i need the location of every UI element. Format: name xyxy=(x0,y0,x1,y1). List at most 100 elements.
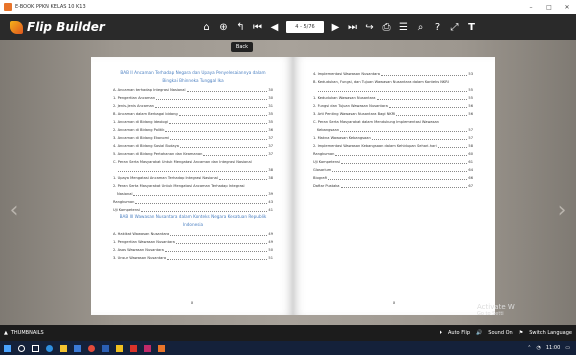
toc-entry[interactable]: Nasional 39 xyxy=(113,189,273,197)
thumbnails-button[interactable]: ▲ THUMBNAILS xyxy=(4,330,44,336)
toc-entry[interactable]: 5. Ancaman di Bidang Pertahanan dan Keam… xyxy=(113,149,273,157)
task-view-icon[interactable] xyxy=(28,341,42,355)
sound-button[interactable]: Sound On xyxy=(488,330,512,336)
toc-entry-title: 2. Jenis-Jenis Ancaman xyxy=(113,104,154,109)
toc-entry[interactable]: 1. Pengertian Wawasan Nusantara 49 xyxy=(113,237,273,245)
toc-entry-page: 37 xyxy=(268,144,273,149)
toc-chapter-heading[interactable]: Indonesia xyxy=(113,221,273,229)
left-page[interactable]: BAB II Ancaman Terhadap Negara dan Upaya… xyxy=(91,57,293,315)
search-icon[interactable] xyxy=(14,341,28,355)
next-page-icon[interactable]: ▶ xyxy=(327,14,344,40)
toc-entry[interactable]: Uji Kompetensi 41 xyxy=(113,205,273,213)
toc-entry[interactable]: C. Peran Serta Masyarakat dalam Mendukun… xyxy=(313,117,473,125)
toc-chapter-heading[interactable]: BAB II Ancaman Terhadap Negara dan Upaya… xyxy=(113,69,273,77)
toc-entry[interactable]: Kebangsaan 57 xyxy=(313,125,473,133)
search-icon[interactable]: ⌕ xyxy=(412,14,429,40)
toc-entry[interactable]: 2. Fungsi dan Tujuan Wawasan Nusantara 56 xyxy=(313,101,473,109)
toc-entry[interactable]: Biografi 66 xyxy=(313,173,473,181)
toc-entry[interactable]: 4. Ancaman di Bidang Sosial Budaya 37 xyxy=(113,141,273,149)
toc-entry-title: 4. Ancaman di Bidang Sosial Budaya xyxy=(113,144,179,149)
previous-page-icon[interactable]: ◀ xyxy=(266,14,283,40)
toc-leader-dots xyxy=(437,147,468,148)
toc-leader-dots xyxy=(218,179,268,180)
toc-entry[interactable]: 2. Ancaman di Bidang Politik 36 xyxy=(113,125,273,133)
toc-entry[interactable]: 2. Jenis-Jenis Ancaman 31 xyxy=(113,101,273,109)
sound-icon: 🔊 xyxy=(476,330,483,336)
word-icon[interactable] xyxy=(98,341,112,355)
auto-flip-button[interactable]: Auto Flip xyxy=(448,330,470,336)
page-indicator-input[interactable]: 4 - 5/76 xyxy=(286,21,324,33)
toc-entry-title: 2. Peran Serta Masyarakat Untuk Mengatas… xyxy=(113,184,245,189)
toc-entry-title: B. Ancaman dalam Berbagai bidang xyxy=(113,112,178,117)
toc-entry[interactable]: 3. Unsur Wawasan Nusantara 51 xyxy=(113,253,273,261)
share-icon[interactable]: ↪ xyxy=(361,14,378,40)
thumbnails-label: THUMBNAILS xyxy=(10,330,44,336)
toc-entry[interactable]: 2. Peran Serta Masyarakat Untuk Mengatas… xyxy=(113,181,273,189)
toc-chapter-heading[interactable]: BAB III Wawasan Nusantara dalam Konteks … xyxy=(113,213,273,221)
toc-chapter-heading[interactable]: Bingkai Bhinneka Tunggal Ika xyxy=(113,77,273,85)
toc-entry-page: 49 xyxy=(268,232,273,237)
toc-entry[interactable]: 3. Ancaman di Bidang Ekonomi 37 xyxy=(113,133,273,141)
toc-entry[interactable]: Rangkuman 43 xyxy=(113,197,273,205)
print-icon[interactable]: ⎙ xyxy=(378,14,395,40)
minimize-button[interactable]: – xyxy=(522,4,540,11)
toc-entry[interactable]: 3. Arti Penting Wawasan Nusantara Bagi N… xyxy=(313,109,473,117)
toc-entry-title: Glosarium xyxy=(313,168,332,173)
zoom-icon[interactable]: ⊕ xyxy=(215,14,232,40)
next-arrow-icon[interactable]: › xyxy=(554,190,570,230)
network-icon[interactable]: ◔ xyxy=(536,345,540,351)
toc-entry[interactable]: 1. Upaya Mengatasi Ancaman Terhadap Inte… xyxy=(113,173,273,181)
toc-entry[interactable]: C. Peran Serta Masyarakat Untuk Mengatas… xyxy=(113,157,273,165)
toc-entry[interactable]: B. Kedudukan, Fungsi, dan Tujuan Wawasan… xyxy=(313,77,473,85)
toc-entry[interactable]: B. Ancaman dalam Berbagai bidang 35 xyxy=(113,109,273,117)
last-page-icon[interactable]: ⏭ xyxy=(344,14,361,40)
toc-entry[interactable]: Glosarium 64 xyxy=(313,165,473,173)
text-icon[interactable]: T xyxy=(463,14,480,40)
help-icon[interactable]: ? xyxy=(429,14,446,40)
toc-entry[interactable]: A. Ancaman terhadap Integrasi Nasional 30 xyxy=(113,85,273,93)
edge-icon[interactable] xyxy=(42,341,56,355)
toc-entry[interactable]: 1. Makna Wawasan Kebangsaan 57 xyxy=(313,133,473,141)
close-button[interactable]: ✕ xyxy=(558,4,576,11)
app-icon-yellow[interactable] xyxy=(112,341,126,355)
toc-entry[interactable]: 1. Kedudukan Wawasan Nusantara 55 xyxy=(313,93,473,101)
toc-entry[interactable]: 1. Ancaman di Bidang Ideologi 35 xyxy=(113,117,273,125)
flipbuilder-task-icon[interactable] xyxy=(154,341,168,355)
toc-leader-dots xyxy=(154,107,268,108)
toc-entry[interactable]: Daftar Pustaka 67 xyxy=(313,181,473,189)
store-icon[interactable] xyxy=(70,341,84,355)
toc-entry[interactable]: 1. Pengertian Ancaman 30 xyxy=(113,93,273,101)
toc-entry[interactable]: A. Hakikat Wawasan Nusantara 49 xyxy=(113,229,273,237)
fullscreen-icon[interactable]: ⤢ xyxy=(446,14,463,40)
start-icon[interactable] xyxy=(0,341,14,355)
prev-arrow-icon[interactable]: ‹ xyxy=(6,190,22,230)
toc-entry[interactable]: Uji Kompetensi 61 xyxy=(313,157,473,165)
table-of-contents-icon[interactable]: ☰ xyxy=(395,14,412,40)
notification-icon[interactable]: ▭ xyxy=(565,345,570,351)
toc-entry[interactable]: 38 xyxy=(113,165,273,173)
tray-chevron-icon[interactable]: ⌃ xyxy=(527,345,531,351)
back-icon[interactable]: ↰ xyxy=(232,14,249,40)
toc-entry-page: 38 xyxy=(268,168,273,173)
toc-entry[interactable]: Rangkuman 60 xyxy=(313,149,473,157)
right-page[interactable]: 4. Implementasi Wawasan Nusantara 53 B. Ke… xyxy=(293,57,495,315)
app-icon-pink[interactable] xyxy=(140,341,154,355)
toc-entry[interactable]: 2. Asas Wawasan Nusantara 50 xyxy=(113,245,273,253)
toc-entry-title: C. Peran Serta Masyarakat dalam Mendukun… xyxy=(313,120,439,125)
toc-leader-dots xyxy=(179,147,268,148)
app-icon-red[interactable] xyxy=(126,341,140,355)
first-page-icon[interactable]: ⏮ xyxy=(249,14,266,40)
maximize-button[interactable]: □ xyxy=(540,4,558,11)
toc-leader-dots xyxy=(340,131,468,132)
toc-entry-title: 2. Ancaman di Bidang Politik xyxy=(113,128,165,133)
toc-entry[interactable]: 55 xyxy=(313,85,473,93)
toc-entry-page: 39 xyxy=(268,192,273,197)
clock[interactable]: 11:00 xyxy=(546,345,560,351)
chrome-icon[interactable] xyxy=(84,341,98,355)
explorer-icon[interactable] xyxy=(56,341,70,355)
toc-entry[interactable]: 4. Implementasi Wawasan Nusantara 53 xyxy=(313,69,473,77)
language-button[interactable]: Switch Language xyxy=(529,330,572,336)
right-page-number: x xyxy=(392,300,396,305)
toc-entry[interactable]: 2. Implementasi Wawasan Kebangsaan dalam… xyxy=(313,141,473,149)
home-icon[interactable]: ⌂ xyxy=(198,14,215,40)
